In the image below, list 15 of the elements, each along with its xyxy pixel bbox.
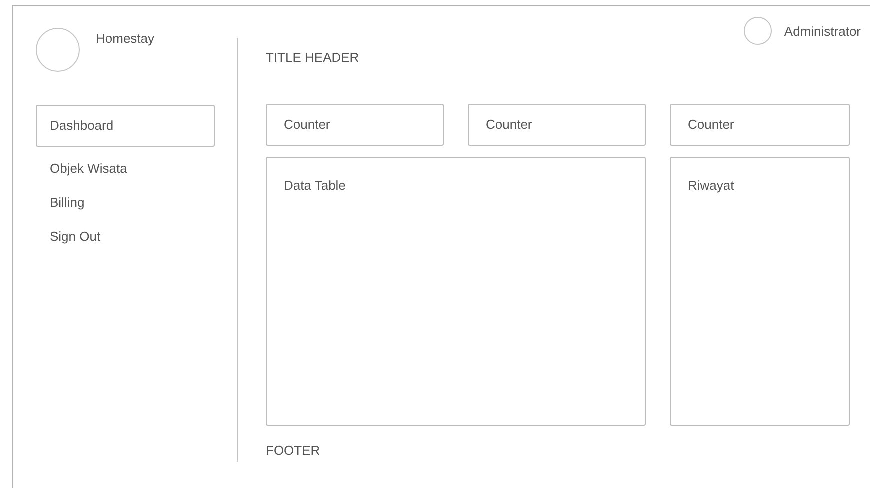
brand-name: Homestay [96, 31, 155, 46]
counter-card: Counter [468, 104, 646, 146]
sidebar-item[interactable]: Billing [36, 185, 215, 219]
sidebar-item[interactable]: Dashboard [36, 105, 215, 147]
logo-placeholder [36, 28, 80, 72]
avatar[interactable] [744, 17, 772, 45]
data-table-panel: Data Table [266, 157, 646, 426]
history-panel: Riwayat [670, 157, 850, 426]
sidebar-item[interactable]: Objek Wisata [36, 151, 215, 185]
counter-card: Counter [266, 104, 444, 146]
page-title: TITLE HEADER [266, 50, 360, 65]
user-name: Administrator [784, 24, 861, 38]
counter-card: Counter [670, 104, 850, 146]
footer: FOOTER [266, 443, 850, 458]
sidebar-item[interactable]: Sign Out [36, 219, 215, 253]
